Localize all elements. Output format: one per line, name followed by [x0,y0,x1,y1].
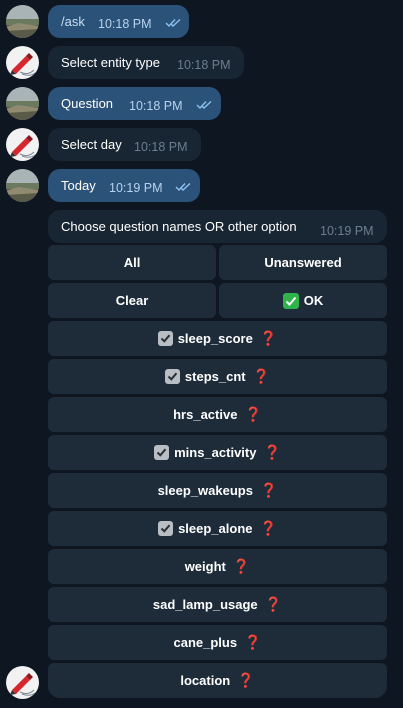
incoming-message-bubble[interactable]: Select entity type 10:18 PM [48,46,244,79]
unanswered-button[interactable]: Unanswered [219,245,387,280]
message-text: Choose question names OR other option [61,219,297,234]
double-check-icon [165,18,181,28]
question-button-steps-cnt[interactable]: steps_cnt ❓ [48,359,387,394]
red-question-mark-icon: ❓ [259,482,278,498]
question-button-weight[interactable]: weight ❓ [48,549,387,584]
outgoing-message-bubble[interactable]: Today 10:19 PM [48,169,200,202]
message-text: Today [61,178,96,193]
message-time: 10:18 PM [134,140,188,154]
red-question-mark-icon: ❓ [259,330,278,346]
message-time: 10:19 PM [109,181,163,195]
button-label: All [123,255,141,270]
red-question-mark-icon: ❓ [264,596,283,612]
question-label: hrs_active [173,407,238,422]
user-avatar[interactable] [6,5,39,38]
question-label: location [180,673,231,688]
question-button-sleep-score[interactable]: sleep_score ❓ [48,321,387,356]
question-button-location[interactable]: location ❓ [48,663,387,698]
clear-button[interactable]: Clear [48,283,216,318]
question-label: sleep_wakeups [157,483,253,498]
checkbox-checked-icon [158,521,174,536]
message-time: 10:18 PM [129,99,183,113]
button-label: OK [303,293,324,308]
user-avatar[interactable] [6,87,39,120]
chat-history[interactable]: /ask 10:18 PM Select entity type 10:18 P… [0,0,403,708]
user-avatar[interactable] [6,169,39,202]
red-question-mark-icon: ❓ [244,634,262,650]
button-label: Clear [115,293,149,308]
ok-button[interactable]: OK [219,283,387,318]
question-button-mins-activity[interactable]: mins_activity ❓ [48,435,387,470]
question-label: steps_cnt [184,369,246,384]
double-check-icon [196,100,212,110]
red-question-mark-icon: ❓ [263,444,281,460]
message-time: 10:18 PM [177,58,231,72]
question-label: sad_lamp_usage [152,597,258,612]
bot-avatar[interactable] [6,128,39,161]
bot-avatar[interactable] [6,46,39,79]
question-label: weight [184,559,226,574]
button-label: Unanswered [264,255,342,270]
checkbox-checked-icon [164,369,180,384]
question-button-cane-plus[interactable]: cane_plus ❓ [48,625,387,660]
checkbox-checked-icon [157,331,173,346]
incoming-message-bubble[interactable]: Select day 10:18 PM [48,128,201,161]
red-question-mark-icon: ❓ [237,672,255,688]
question-label: mins_activity [174,445,257,460]
bot-avatar[interactable] [6,666,39,699]
red-question-mark-icon: ❓ [252,368,271,384]
red-question-mark-icon: ❓ [259,520,277,536]
outgoing-message-bubble[interactable]: Question 10:18 PM [48,87,221,120]
message-time: 10:18 PM [98,17,152,31]
question-button-sad-lamp-usage[interactable]: sad_lamp_usage ❓ [48,587,387,622]
outgoing-message-bubble[interactable]: /ask 10:18 PM [48,5,189,38]
message-text: Question [61,96,114,111]
checkbox-checked-icon [154,445,170,460]
question-button-sleep-wakeups[interactable]: sleep_wakeups ❓ [48,473,387,508]
question-label: sleep_alone [178,521,253,536]
question-button-sleep-alone[interactable]: sleep_alone ❓ [48,511,387,546]
red-question-mark-icon: ❓ [232,558,251,574]
incoming-message-bubble[interactable]: Choose question names OR other option 10… [48,210,387,243]
message-text: Select entity type [61,55,160,70]
message-text: Select day [61,137,122,152]
question-label: cane_plus [173,635,238,650]
message-time: 10:19 PM [320,224,374,238]
green-check-mark-icon [282,292,299,309]
question-label: sleep_score [177,331,253,346]
double-check-icon [175,182,191,192]
message-text: /ask [61,14,85,29]
red-question-mark-icon: ❓ [244,406,262,422]
question-button-hrs-active[interactable]: hrs_active ❓ [48,397,387,432]
all-button[interactable]: All [48,245,216,280]
